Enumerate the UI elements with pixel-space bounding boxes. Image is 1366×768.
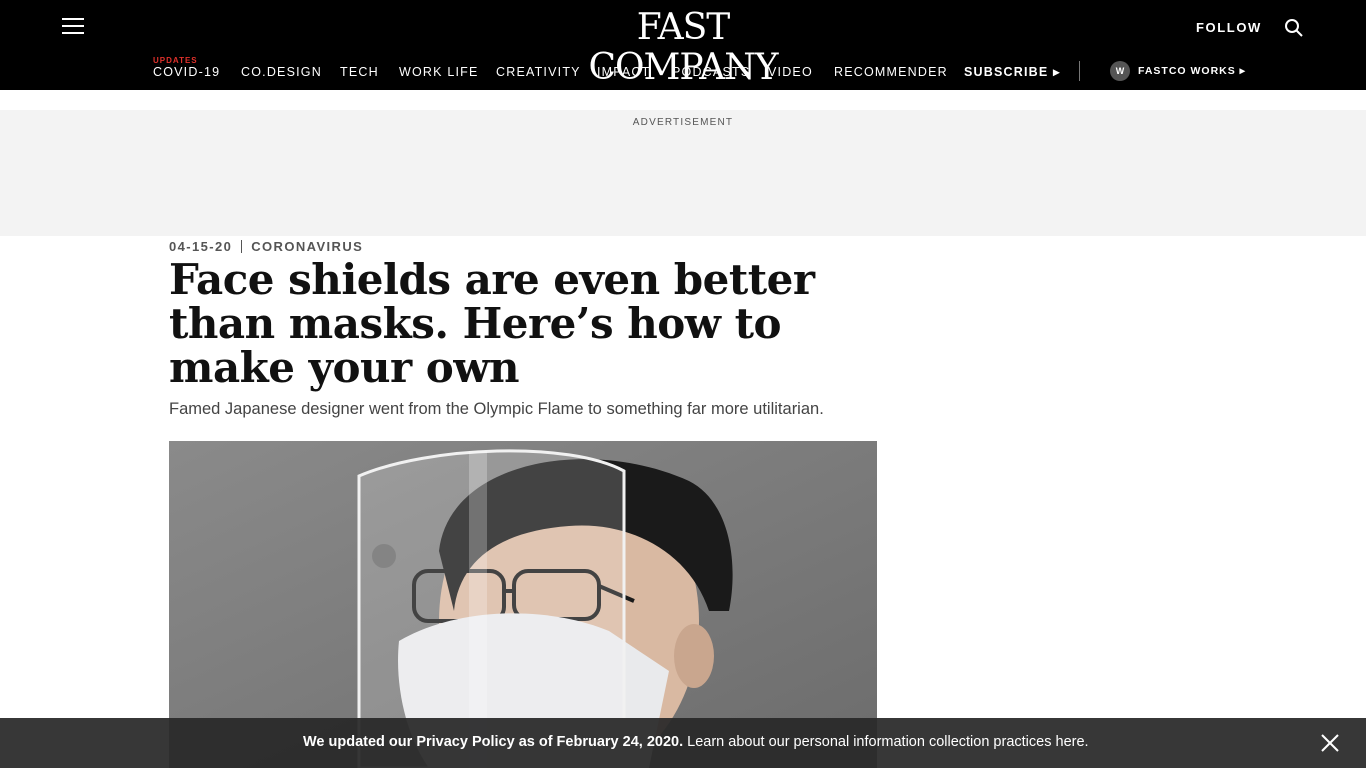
nav-item-tech[interactable]: TECH	[340, 65, 379, 79]
section-nav: UPDATES COVID-19 CO.DESIGN TECH WORK LIF…	[0, 52, 1366, 90]
fastco-works-link[interactable]: W FASTCO WORKS ▸	[1110, 61, 1246, 81]
fastco-works-badge-icon: W	[1110, 61, 1130, 81]
nav-item-co-design[interactable]: CO.DESIGN	[241, 65, 322, 79]
article-meta: 04-15-20 CORONAVIRUS	[169, 239, 363, 254]
article-headline: Face shields are even better than masks.…	[169, 255, 815, 392]
article-category[interactable]: CORONAVIRUS	[251, 239, 363, 254]
fastco-works-label: FASTCO WORKS ▸	[1138, 65, 1246, 77]
site-header: FAST COMPANY FOLLOW UPDATES COVID-19 CO.…	[0, 0, 1366, 90]
updates-tag: UPDATES	[153, 56, 198, 65]
nav-item-video[interactable]: VIDEO	[768, 65, 813, 79]
nav-divider	[1079, 61, 1080, 81]
advertisement-slot: ADVERTISEMENT	[0, 110, 1366, 236]
privacy-policy-text: Learn about our personal information col…	[683, 734, 1056, 750]
hamburger-menu-icon[interactable]	[62, 18, 84, 38]
follow-button[interactable]: FOLLOW	[1196, 20, 1262, 35]
article-dek: Famed Japanese designer went from the Ol…	[169, 400, 824, 418]
nav-item-impact[interactable]: IMPACT	[597, 65, 651, 79]
subscribe-link[interactable]: SUBSCRIBE ▸	[964, 64, 1061, 79]
nav-item-work-life[interactable]: WORK LIFE	[399, 65, 479, 79]
privacy-policy-headline: We updated our Privacy Policy as of Febr…	[303, 734, 684, 750]
nav-item-creativity[interactable]: CREATIVITY	[496, 65, 581, 79]
meta-divider	[241, 240, 243, 253]
close-icon[interactable]	[1319, 732, 1341, 754]
site-logo[interactable]: FAST COMPANY	[560, 8, 806, 88]
article-date: 04-15-20	[169, 239, 233, 254]
privacy-policy-link[interactable]: here.	[1056, 734, 1089, 750]
search-icon[interactable]	[1284, 18, 1304, 38]
privacy-policy-banner: We updated our Privacy Policy as of Febr…	[0, 718, 1366, 768]
privacy-policy-message: We updated our Privacy Policy as of Febr…	[303, 734, 1089, 750]
nav-item-covid-19[interactable]: COVID-19	[153, 65, 220, 79]
nav-item-recommender[interactable]: RECOMMENDER	[834, 65, 948, 79]
nav-item-podcasts[interactable]: PODCASTS	[672, 65, 750, 79]
advertisement-label: ADVERTISEMENT	[632, 117, 734, 128]
